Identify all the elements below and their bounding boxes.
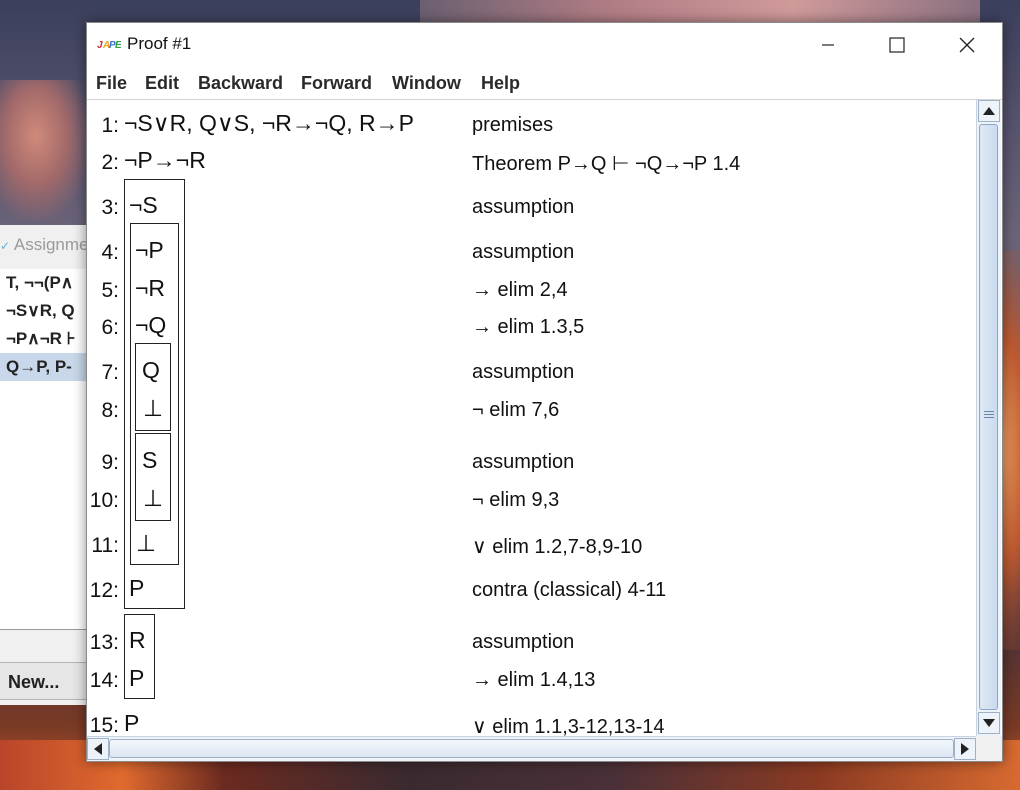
proof-justification: ¬ elim 9,3 [472,489,560,511]
proof-window[interactable]: J A P E Proof #1 File Edit Backward Forw… [86,22,1003,762]
desktop-background [420,0,980,24]
proof-justification: → elim 2,4 [472,279,568,301]
proof-formula[interactable]: ¬R [135,275,165,302]
line-number: 1: [101,114,119,137]
proof-formula[interactable]: P [129,575,144,602]
proof-justification: contra (classical) 4-11 [472,579,667,601]
proof-justification: → elim 1.4,13 [472,669,596,691]
proof-formula[interactable]: ⊥ [143,395,163,422]
list-item-selected[interactable]: Q→P, P- [0,353,90,381]
svg-text:E: E [115,40,121,51]
scroll-left-button[interactable] [87,738,109,760]
desktop-background [0,80,90,220]
menu-edit[interactable]: Edit [145,73,179,94]
proof-formula[interactable]: ¬Q [135,312,166,339]
grip-line [984,417,994,418]
proof-justification: assumption [472,631,575,653]
proof-formula[interactable]: ¬S∨R, Q∨S, ¬R→¬Q, R→P [124,110,414,137]
proof-justification: assumption [472,241,575,263]
new-button[interactable]: New... [0,662,88,700]
proof-formula[interactable]: P [124,710,139,736]
scroll-up-button[interactable] [978,100,1000,122]
window-title: Proof #1 [127,34,192,53]
list-item[interactable]: T, ¬¬(P∧ [0,269,90,297]
list-item[interactable]: ¬S∨R, Q [0,297,90,325]
jape-logo-icon: J A P E [97,40,121,51]
menu-file[interactable]: File [96,73,127,94]
minimize-icon [822,44,834,46]
menu-window[interactable]: Window [392,73,461,94]
proof-panel[interactable]: 1: ¬S∨R, Q∨S, ¬R→¬Q, R→P premises 2: ¬P→… [87,100,976,736]
scroll-right-button[interactable] [954,738,976,760]
arrow-down-icon [983,719,995,727]
line-number: 4: [101,241,119,264]
line-number: 8: [101,399,119,422]
scroll-corner [976,736,1002,761]
assignments-window-title: ✓ Assignme [0,235,89,254]
vertical-scroll-thumb[interactable] [979,124,998,710]
proof-justification: Theorem P→Q ⊢ ¬Q→¬P 1.4 [472,153,741,175]
proof-formula[interactable]: ¬S [129,192,158,219]
proof-formula[interactable]: ¬P→¬R [124,147,206,174]
horizontal-scroll-thumb[interactable] [109,739,954,758]
line-number: 12: [89,579,119,602]
assignments-list[interactable]: T, ¬¬(P∧ ¬S∨R, Q ¬P∧¬R ⊦ Q→P, P- [0,269,90,629]
line-number: 13: [89,631,119,654]
menu-help[interactable]: Help [481,73,520,94]
proof-formula[interactable]: ⊥ [143,485,163,512]
grip-line [984,411,994,412]
list-item[interactable]: ¬P∧¬R ⊦ [0,325,90,353]
window-icon: ✓ [0,239,11,253]
proof-justification: assumption [472,196,575,218]
line-number: 5: [101,279,119,302]
line-number: 7: [101,361,119,384]
maximize-icon [889,37,905,53]
proof-formula[interactable]: ¬P [135,237,164,264]
maximize-button[interactable] [867,23,927,67]
assignments-window[interactable]: ✓ Assignme T, ¬¬(P∧ ¬S∨R, Q ¬P∧¬R ⊦ Q→P,… [0,225,91,705]
menu-bar: File Edit Backward Forward Window Help [87,67,1002,100]
vertical-scrollbar[interactable] [976,100,1001,736]
proof-formula[interactable]: P [129,665,144,692]
line-number: 11: [91,534,119,557]
line-number: 10: [89,489,119,512]
proof-formula[interactable]: Q [142,357,160,384]
proof-justification: assumption [472,361,575,383]
line-number: 15: [89,714,119,736]
line-number: 2: [101,151,119,174]
close-icon [959,37,975,53]
arrow-up-icon [983,107,995,115]
line-number: 6: [101,316,119,339]
proof-formula[interactable]: ⊥ [136,530,156,557]
title-bar[interactable]: J A P E Proof #1 [87,23,1002,67]
scroll-down-button[interactable] [978,712,1000,734]
proof-justification: assumption [472,451,575,473]
proof-justification: ∨ elim 1.1,3-12,13-14 [472,716,665,736]
proof-justification: premises [472,114,554,136]
proof-justification: ∨ elim 1.2,7-8,9-10 [472,536,643,558]
close-button[interactable] [937,23,997,67]
arrow-right-icon [961,743,969,755]
line-number: 9: [101,451,119,474]
menu-backward[interactable]: Backward [198,73,283,94]
line-number: 14: [89,669,119,692]
arrow-left-icon [94,743,102,755]
line-number: 3: [101,196,119,219]
proof-justification: ¬ elim 7,6 [472,399,560,421]
proof-formula[interactable]: R [129,627,146,654]
grip-line [984,414,994,415]
proof-justification: → elim 1.3,5 [472,316,585,338]
menu-forward[interactable]: Forward [301,73,372,94]
divider [0,629,90,630]
horizontal-scrollbar[interactable] [87,736,976,761]
minimize-button[interactable] [798,23,858,67]
proof-formula[interactable]: S [142,447,157,474]
